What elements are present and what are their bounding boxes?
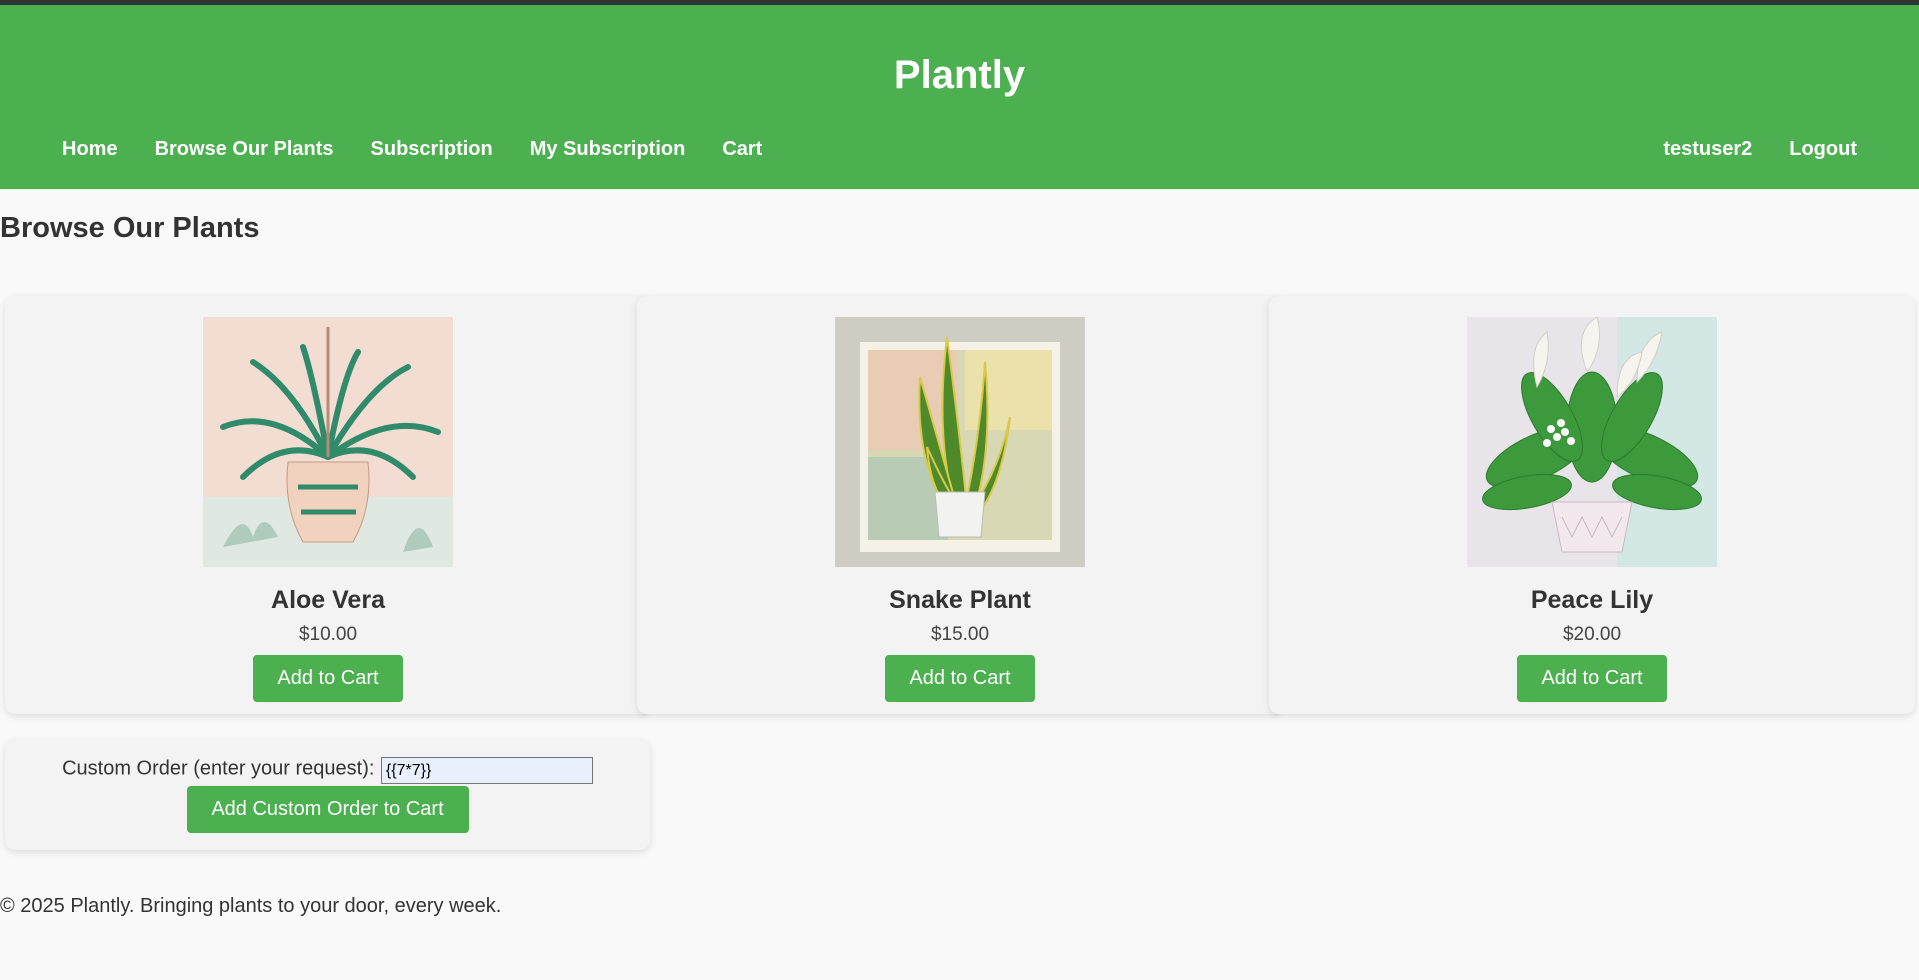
site-footer: © 2025 Plantly. Bringing plants to your … (0, 895, 502, 917)
nav-subscription[interactable]: Subscription (371, 138, 493, 161)
product-price: $20.00 (1562, 624, 1622, 645)
product-name: Aloe Vera (271, 586, 385, 614)
page-title: Browse Our Plants (0, 212, 260, 244)
add-to-cart-button[interactable]: Add to Cart (1517, 655, 1667, 702)
product-name: Snake Plant (889, 586, 1031, 614)
custom-order-label: Custom Order (enter your request): (62, 757, 375, 780)
nav-home[interactable]: Home (62, 138, 118, 161)
nav-my-subscription[interactable]: My Subscription (530, 138, 686, 161)
add-to-cart-button[interactable]: Add to Cart (885, 655, 1035, 702)
add-custom-order-button[interactable]: Add Custom Order to Cart (186, 786, 469, 833)
product-price: $10.00 (298, 624, 358, 645)
peace-lily-image (1467, 317, 1717, 567)
product-card-peace-lily: Peace Lily $20.00 Add to Cart (1269, 296, 1915, 714)
product-card-aloe-vera: Aloe Vera $10.00 Add to Cart (5, 296, 651, 714)
nav-logout[interactable]: Logout (1789, 138, 1857, 161)
aloe-vera-image (203, 317, 453, 567)
custom-order-box: Custom Order (enter your request): Add C… (5, 740, 650, 850)
product-price: $15.00 (930, 624, 990, 645)
nav-cart[interactable]: Cart (722, 138, 762, 161)
nav-username[interactable]: testuser2 (1663, 138, 1752, 161)
nav-browse-plants[interactable]: Browse Our Plants (155, 138, 334, 161)
product-grid: Aloe Vera $10.00 Add to Cart Snake Plant… (5, 296, 1915, 716)
snake-plant-image (835, 317, 1085, 567)
add-to-cart-button[interactable]: Add to Cart (253, 655, 403, 702)
site-header: Plantly Home Browse Our Plants Subscript… (0, 5, 1919, 189)
product-name: Peace Lily (1530, 586, 1654, 614)
product-card-snake-plant: Snake Plant $15.00 Add to Cart (637, 296, 1283, 714)
custom-order-input[interactable] (380, 757, 593, 784)
brand-title: Plantly (893, 53, 1026, 97)
